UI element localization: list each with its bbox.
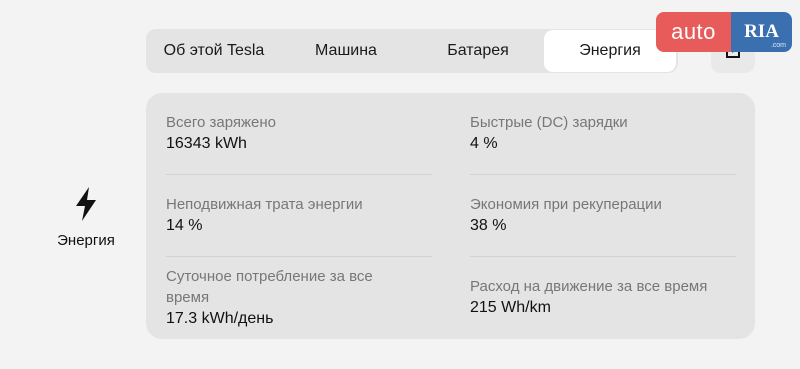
- tab-vehicle[interactable]: Машина: [280, 30, 412, 72]
- autoria-watermark: auto RIA .com: [656, 12, 792, 52]
- energy-stats-panel: Всего заряжено 16343 kWh Быстрые (DC) за…: [146, 93, 755, 339]
- stat-total-charged: Всего заряжено 16343 kWh: [166, 112, 436, 153]
- stat-idle-energy-loss: Неподвижная трата энергии 14 %: [166, 194, 436, 235]
- section-energy: Энергия: [40, 186, 132, 249]
- stat-label: Всего заряжено: [166, 114, 277, 131]
- stat-dc-charging: Быстрые (DC) зарядки 4 %: [470, 112, 740, 153]
- stat-label: Неподвижная трата энергии: [166, 196, 363, 213]
- tab-about-tesla[interactable]: Об этой Tesla: [148, 30, 280, 72]
- divider: [470, 174, 736, 175]
- stat-label: Быстрые (DC) зарядки: [470, 114, 628, 131]
- tab-bar: Об этой Tesla Машина Батарея Энергия: [146, 29, 678, 73]
- watermark-ria-text: RIA: [744, 21, 779, 42]
- divider: [470, 256, 736, 257]
- stat-value: 17.3 kWh/день: [166, 310, 274, 327]
- divider: [166, 256, 432, 257]
- stat-value: 4 %: [470, 135, 498, 152]
- stat-label: Расход на движение за все время: [470, 278, 708, 295]
- divider: [166, 174, 432, 175]
- stat-label: Суточное потребление за все время: [166, 268, 373, 306]
- stat-label: Экономия при рекуперации: [470, 196, 662, 213]
- lightning-bolt-icon: [76, 187, 96, 221]
- stat-value: 38 %: [470, 217, 507, 234]
- tab-battery[interactable]: Батарея: [412, 30, 544, 72]
- stat-regen-savings: Экономия при рекуперации 38 %: [470, 194, 740, 235]
- stat-value: 14 %: [166, 217, 203, 234]
- watermark-ria-domain: .com: [770, 42, 786, 49]
- stat-driving-consumption: Расход на движение за все время 215 Wh/k…: [470, 276, 740, 317]
- section-energy-label: Энергия: [57, 232, 115, 249]
- watermark-ria: RIA .com: [731, 12, 792, 52]
- watermark-auto: auto: [656, 12, 731, 52]
- stat-value: 16343 kWh: [166, 135, 247, 152]
- stat-value: 215 Wh/km: [470, 299, 551, 316]
- stat-daily-consumption: Суточное потребление за все время 17.3 k…: [166, 266, 406, 328]
